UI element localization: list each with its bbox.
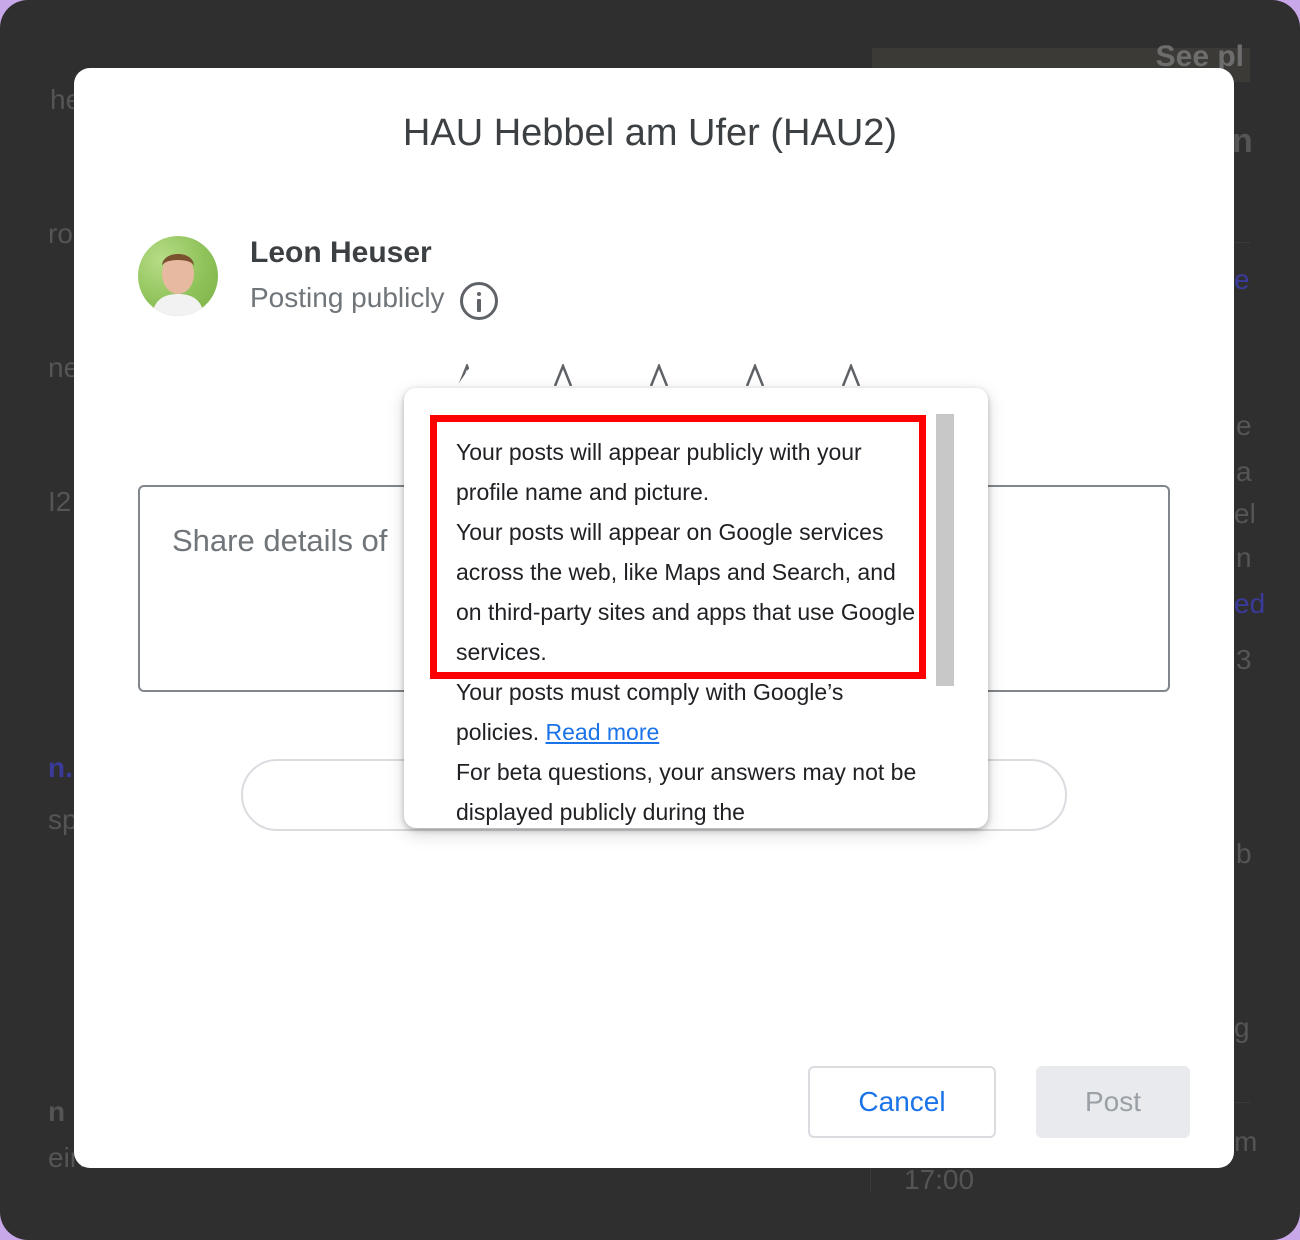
background-time: 17:00 <box>904 1164 975 1195</box>
background-text: e <box>1234 264 1250 295</box>
info-icon[interactable] <box>460 282 498 320</box>
background-text: a <box>1236 456 1252 487</box>
popup-content: Your posts will appear publicly with you… <box>456 432 926 828</box>
review-placeholder: Share details of <box>172 523 388 558</box>
background-text: g <box>1234 1012 1250 1043</box>
background-text: b <box>1236 838 1252 869</box>
star-rating[interactable] <box>450 364 868 386</box>
popup-paragraph: For beta questions, your answers may not… <box>456 759 917 825</box>
background-text: m <box>1234 1126 1258 1157</box>
background-text: ro <box>48 218 73 249</box>
popup-scrollbar[interactable] <box>936 414 954 686</box>
star-outline-icon[interactable] <box>642 364 676 386</box>
app-window: See pl he ro ne I2, n. spa n E ein n e e… <box>0 0 1300 1240</box>
background-text: n <box>1236 542 1252 573</box>
background-text: 3 <box>1236 644 1252 675</box>
background-divider <box>870 1168 871 1192</box>
user-avatar <box>138 236 218 316</box>
background-divider <box>1234 242 1250 243</box>
star-outline-icon[interactable] <box>834 364 868 386</box>
popup-paragraph: Your posts will appear publicly with you… <box>456 439 862 505</box>
post-button[interactable]: Post <box>1036 1066 1190 1138</box>
star-outline-icon[interactable] <box>546 364 580 386</box>
posting-info-popup: Your posts will appear publicly with you… <box>404 388 988 828</box>
posting-status: Posting publicly <box>250 282 445 313</box>
background-text: e <box>1236 410 1252 441</box>
background-text: el <box>1234 498 1256 529</box>
popup-paragraph: Your posts will appear on Google service… <box>456 519 916 665</box>
cancel-button[interactable]: Cancel <box>808 1066 996 1138</box>
popup-arrow <box>454 350 510 390</box>
user-name: Leon Heuser <box>250 236 432 269</box>
avatar-portrait <box>152 254 204 316</box>
read-more-link[interactable]: Read more <box>546 719 660 745</box>
star-outline-icon[interactable] <box>738 364 772 386</box>
background-text: n. <box>48 752 73 783</box>
dialog-title: HAU Hebbel am Ufer (HAU2) <box>402 112 898 154</box>
background-text: ed <box>1234 588 1266 619</box>
background-divider <box>1234 1102 1250 1103</box>
popup-paragraph: Your posts must comply with Google’s pol… <box>456 672 926 752</box>
